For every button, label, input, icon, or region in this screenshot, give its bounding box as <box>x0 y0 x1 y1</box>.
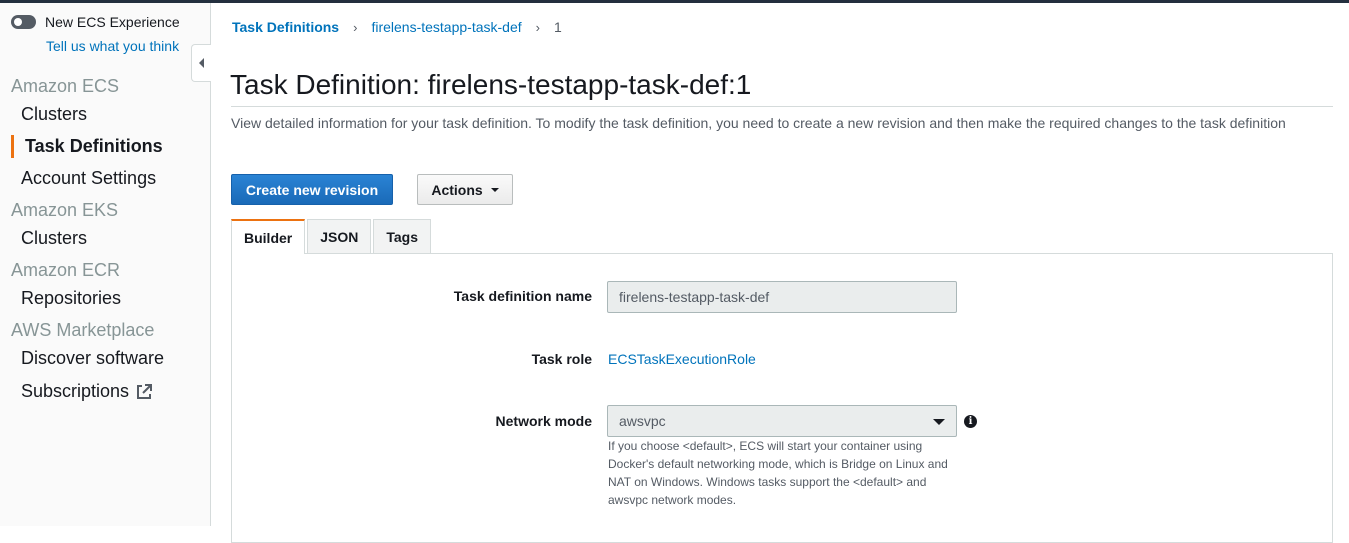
sidebar-section-amazon-ecs: Amazon ECS <box>11 76 120 96</box>
title-divider <box>231 106 1333 107</box>
new-experience-toggle-row[interactable]: New ECS Experience <box>11 14 180 30</box>
tab-bar: Builder JSON Tags <box>231 219 433 254</box>
sidebar-section-aws-marketplace: AWS Marketplace <box>11 320 155 340</box>
network-mode-select[interactable]: awsvpc <box>607 405 957 437</box>
tab-tags[interactable]: Tags <box>373 219 431 253</box>
sidebar-section-amazon-eks: Amazon EKS <box>11 200 119 220</box>
task-role-link[interactable]: ECSTaskExecutionRole <box>608 351 756 367</box>
active-indicator <box>11 135 14 158</box>
dropdown-arrow-icon <box>933 419 945 425</box>
task-definition-name-field[interactable] <box>607 281 957 313</box>
sidebar-item-subscriptions[interactable]: Subscriptions <box>21 381 153 402</box>
breadcrumb-task-def-name[interactable]: firelens-testapp-task-def <box>371 19 521 35</box>
network-mode-help-text: If you choose <default>, ECS will start … <box>608 439 948 507</box>
task-role-label: Task role <box>531 351 592 367</box>
task-definition-name-label: Task definition name <box>453 288 592 304</box>
sidebar-item-eks-clusters[interactable]: Clusters <box>21 228 87 249</box>
chevron-left-icon <box>199 58 204 68</box>
create-new-revision-button[interactable]: Create new revision <box>231 174 393 205</box>
external-link-icon <box>137 383 153 399</box>
sidebar-collapse-button[interactable] <box>191 44 211 82</box>
sidebar-item-discover-software[interactable]: Discover software <box>21 348 164 369</box>
breadcrumb-separator-icon: › <box>353 19 358 35</box>
page-title: Task Definition: firelens-testapp-task-d… <box>230 69 752 100</box>
actions-dropdown-button[interactable]: Actions <box>417 174 513 205</box>
toggle-label: New ECS Experience <box>45 14 180 30</box>
feedback-link[interactable]: Tell us what you think <box>46 38 179 54</box>
network-mode-label: Network mode <box>495 413 592 429</box>
caret-down-icon <box>490 187 499 192</box>
page-description: View detailed information for your task … <box>231 115 1286 131</box>
actions-button-label: Actions <box>431 181 483 198</box>
sidebar: New ECS Experience Tell us what you thin… <box>0 3 211 526</box>
tab-builder[interactable]: Builder <box>231 219 306 254</box>
network-mode-value: awsvpc <box>619 413 666 429</box>
breadcrumb: Task Definitions › firelens-testapp-task… <box>232 19 562 35</box>
sidebar-section-amazon-ecr: Amazon ECR <box>11 260 121 280</box>
breadcrumb-separator-icon: › <box>535 19 540 35</box>
sidebar-item-task-definitions[interactable]: Task Definitions <box>25 136 163 157</box>
tab-json[interactable]: JSON <box>307 219 372 253</box>
sidebar-item-account-settings[interactable]: Account Settings <box>21 168 156 189</box>
breadcrumb-current-revision: 1 <box>553 19 562 35</box>
sidebar-item-ecs-clusters[interactable]: Clusters <box>21 104 87 125</box>
toggle-switch-icon[interactable] <box>11 15 36 29</box>
sidebar-item-repositories[interactable]: Repositories <box>21 288 121 309</box>
info-icon[interactable]: i <box>964 415 977 428</box>
sidebar-item-subscriptions-label: Subscriptions <box>21 381 130 401</box>
breadcrumb-task-definitions[interactable]: Task Definitions <box>232 19 339 35</box>
